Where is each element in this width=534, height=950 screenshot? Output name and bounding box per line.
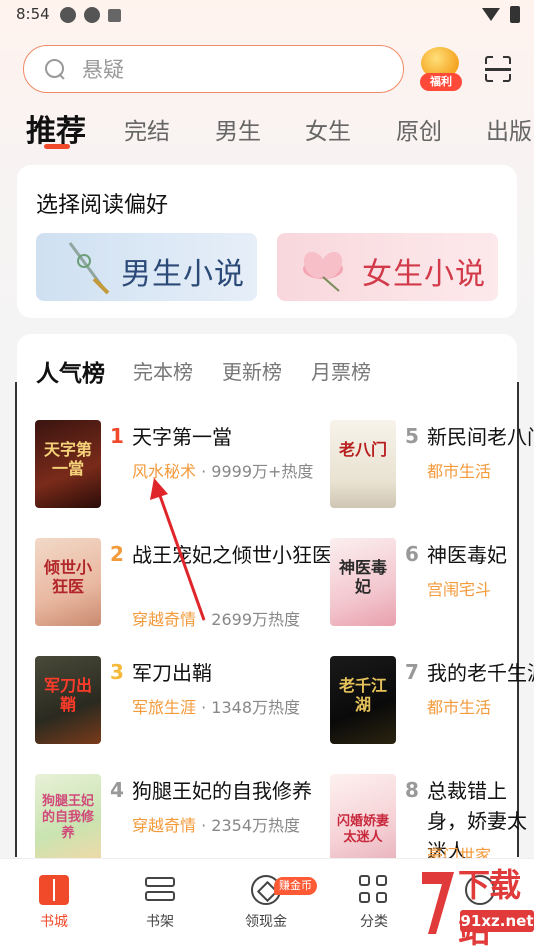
book-title: 我的老千生涯 [427,661,534,685]
rank-number: 3 [110,660,124,684]
book-title: 新民间老八门 [427,425,534,449]
book-title: 天字第一當 [132,425,232,449]
book-cover: 天字第一當 [35,420,101,508]
book-genre: 都市生活 [427,462,492,481]
book-genre: 穿越奇情 [132,816,197,835]
nav-label: 领现金 [245,914,287,930]
book-meta: 穿越奇情 · 2354万热度 [132,816,301,835]
watermark-title: 下载站 [458,866,521,950]
annotation-arrow [150,478,206,621]
watermark-domain: 91xz.net [460,910,534,932]
nav-bookstore[interactable]: 书城 [14,875,94,931]
watermark: 下载站 91xz.net [414,860,534,950]
earn-coin-badge: 赚金币 [274,877,317,895]
nav-category[interactable]: 分类 [334,875,414,931]
book-item[interactable]: 军刀出鞘 3 军刀出鞘 军旅生涯 · 1348万热度 [35,656,325,746]
book-title: 军刀出鞘 [132,661,212,685]
nav-label: 书架 [146,914,174,930]
book-meta: 都市生活 [427,458,491,482]
book-item[interactable]: 闪婚娇妻太迷人 8 总裁错上身，娇妻太迷人 豪门世家 [330,774,534,860]
book-item[interactable]: 神医毒妃 6 神医毒妃 宫闱宅斗 [330,538,534,628]
watermark-logo-icon [422,872,454,934]
book-genre: 宫闱宅斗 [427,580,492,599]
book-meta: 宫闱宅斗 [427,576,491,600]
nav-label: 分类 [360,914,388,930]
book-cover: 老千江湖 [330,656,396,744]
rank-number: 4 [110,778,124,802]
book-cover: 狗腿王妃的自我修养 [35,774,101,860]
rank-number: 7 [405,660,419,684]
nav-label: 书城 [40,914,68,930]
tab-complete[interactable]: 完本榜 [133,356,193,385]
book-heat: 1348万热度 [211,698,301,717]
bookstore-icon [39,875,69,905]
rank-number: 5 [405,424,419,448]
book-meta: 军旅生涯 · 1348万热度 [132,698,301,717]
tab-monthly[interactable]: 月票榜 [311,356,371,385]
rank-number: 8 [405,778,419,802]
book-cover: 闪婚娇妻太迷人 [330,774,396,860]
book-title: 神医毒妃 [427,543,507,567]
book-item[interactable]: 老八门 5 新民间老八门 都市生活 [330,420,534,510]
rank-number: 6 [405,542,419,566]
book-cover: 军刀出鞘 [35,656,101,744]
book-item[interactable]: 狗腿王妃的自我修养 4 狗腿王妃的自我修养 穿越奇情 · 2354万热度 [35,774,325,860]
rank-number: 1 [110,424,124,448]
book-cover: 老八门 [330,420,396,508]
book-genre: 都市生活 [427,698,492,717]
nav-bookshelf[interactable]: 书架 [120,875,200,931]
category-icon [359,875,389,905]
bookshelf-icon [145,875,175,905]
book-item[interactable]: 老千江湖 7 我的老千生涯 都市生活 [330,656,534,746]
book-heat: 2354万热度 [211,816,301,835]
book-title: 狗腿王妃的自我修养 [132,779,312,803]
book-genre: 军旅生涯 [132,698,197,717]
book-cover: 神医毒妃 [330,538,396,626]
tab-update[interactable]: 更新榜 [222,356,282,385]
book-heat: 2699万热度 [211,610,301,629]
content-clip: 人气榜 完本榜 更新榜 月票榜 天字第一當 1 天字第一當 风水秘术 · 999… [0,0,534,860]
rank-number: 2 [110,542,124,566]
book-heat: 9999万+热度 [211,462,314,481]
book-cover: 倾世小狂医 [35,538,101,626]
book-meta: 都市生活 [427,694,491,718]
